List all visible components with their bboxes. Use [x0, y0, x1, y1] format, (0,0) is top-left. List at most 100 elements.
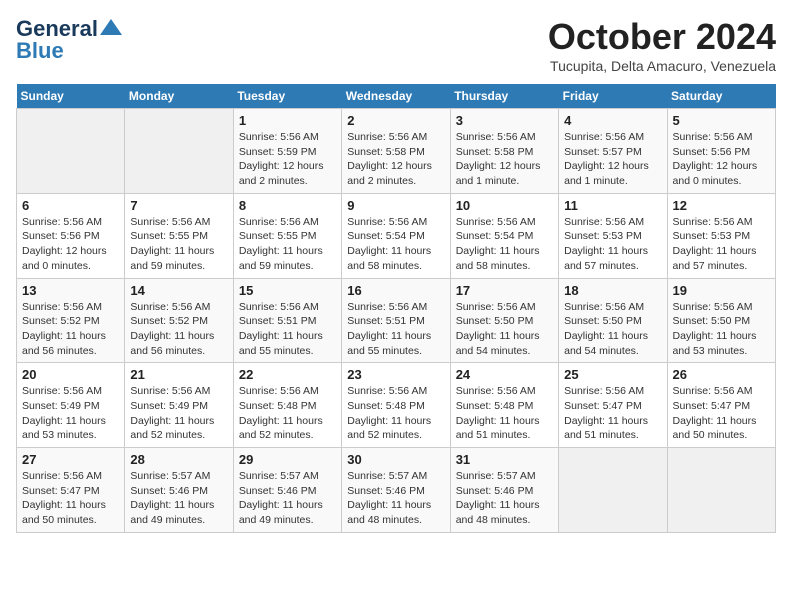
day-detail: Sunrise: 5:56 AM Sunset: 5:58 PM Dayligh… — [347, 130, 444, 189]
day-detail: Sunrise: 5:56 AM Sunset: 5:48 PM Dayligh… — [347, 384, 444, 443]
calendar-cell: 7Sunrise: 5:56 AM Sunset: 5:55 PM Daylig… — [125, 193, 233, 278]
calendar-cell: 10 Sunrise: 5:56 AM Sunset: 5:54 PM Dayli… — [450, 193, 558, 278]
day-detail: Sunrise: 5:56 AM Sunset: 5:48 PM Dayligh… — [239, 384, 336, 443]
calendar-cell: 22Sunrise: 5:56 AM Sunset: 5:48 PM Dayli… — [233, 363, 341, 448]
day-number: 16 — [347, 283, 444, 298]
calendar-cell: 25Sunrise: 5:56 AM Sunset: 5:47 PM Dayli… — [559, 363, 667, 448]
day-number: 5 — [673, 113, 770, 128]
calendar-cell — [17, 109, 125, 194]
calendar-cell: 29Sunrise: 5:57 AM Sunset: 5:46 PM Dayli… — [233, 448, 341, 533]
day-number: 24 — [456, 367, 553, 382]
day-number: 26 — [673, 367, 770, 382]
day-detail: Sunrise: 5:56 AM Sunset: 5:49 PM Dayligh… — [22, 384, 119, 443]
day-detail: Sunrise: 5:56 AM Sunset: 5:55 PM Dayligh… — [130, 215, 227, 274]
month-title: October 2024 — [548, 16, 776, 58]
calendar-week-4: 20Sunrise: 5:56 AM Sunset: 5:49 PM Dayli… — [17, 363, 776, 448]
calendar-cell — [125, 109, 233, 194]
weekday-header-sunday: Sunday — [17, 84, 125, 109]
calendar-cell: 12 Sunrise: 5:56 AM Sunset: 5:53 PM Dayli… — [667, 193, 775, 278]
weekday-header-thursday: Thursday — [450, 84, 558, 109]
day-number: 13 — [22, 283, 119, 298]
page-header: General Blue October 2024 Tucupita, Delt… — [16, 16, 776, 74]
day-detail: Sunrise: 5:57 AM Sunset: 5:46 PM Dayligh… — [130, 469, 227, 528]
weekday-header-tuesday: Tuesday — [233, 84, 341, 109]
day-number: 10 — [456, 198, 553, 213]
calendar-cell: 27Sunrise: 5:56 AM Sunset: 5:47 PM Dayli… — [17, 448, 125, 533]
calendar-cell: 21 Sunrise: 5:56 AM Sunset: 5:49 PM Dayli… — [125, 363, 233, 448]
day-detail: Sunrise: 5:56 AM Sunset: 5:47 PM Dayligh… — [22, 469, 119, 528]
day-number: 11 — [564, 198, 661, 213]
day-number: 2 — [347, 113, 444, 128]
day-detail: Sunrise: 5:56 AM Sunset: 5:51 PM Dayligh… — [347, 300, 444, 359]
day-number: 25 — [564, 367, 661, 382]
day-detail: Sunrise: 5:56 AM Sunset: 5:53 PM Dayligh… — [673, 215, 770, 274]
day-number: 14 — [130, 283, 227, 298]
calendar-cell: 14Sunrise: 5:56 AM Sunset: 5:52 PM Dayli… — [125, 278, 233, 363]
day-number: 3 — [456, 113, 553, 128]
day-detail: Sunrise: 5:56 AM Sunset: 5:53 PM Dayligh… — [564, 215, 661, 274]
calendar-cell: 24 Sunrise: 5:56 AM Sunset: 5:48 PM Dayli… — [450, 363, 558, 448]
calendar-cell: 15Sunrise: 5:56 AM Sunset: 5:51 PM Dayli… — [233, 278, 341, 363]
calendar-cell: 3 Sunrise: 5:56 AM Sunset: 5:58 PM Daylig… — [450, 109, 558, 194]
calendar-cell: 13 Sunrise: 5:56 AM Sunset: 5:52 PM Dayli… — [17, 278, 125, 363]
weekday-header-monday: Monday — [125, 84, 233, 109]
calendar-week-3: 13 Sunrise: 5:56 AM Sunset: 5:52 PM Dayli… — [17, 278, 776, 363]
calendar-cell: 26Sunrise: 5:56 AM Sunset: 5:47 PM Dayli… — [667, 363, 775, 448]
day-detail: Sunrise: 5:56 AM Sunset: 5:49 PM Dayligh… — [130, 384, 227, 443]
day-detail: Sunrise: 5:56 AM Sunset: 5:54 PM Dayligh… — [456, 215, 553, 274]
calendar-cell: 17 Sunrise: 5:56 AM Sunset: 5:50 PM Dayli… — [450, 278, 558, 363]
calendar-cell: 30 Sunrise: 5:57 AM Sunset: 5:46 PM Dayli… — [342, 448, 450, 533]
day-number: 1 — [239, 113, 336, 128]
day-number: 23 — [347, 367, 444, 382]
day-detail: Sunrise: 5:56 AM Sunset: 5:50 PM Dayligh… — [456, 300, 553, 359]
calendar-cell: 20Sunrise: 5:56 AM Sunset: 5:49 PM Dayli… — [17, 363, 125, 448]
day-number: 18 — [564, 283, 661, 298]
calendar-week-5: 27Sunrise: 5:56 AM Sunset: 5:47 PM Dayli… — [17, 448, 776, 533]
day-number: 15 — [239, 283, 336, 298]
calendar-cell: 8Sunrise: 5:56 AM Sunset: 5:55 PM Daylig… — [233, 193, 341, 278]
day-detail: Sunrise: 5:57 AM Sunset: 5:46 PM Dayligh… — [347, 469, 444, 528]
day-number: 30 — [347, 452, 444, 467]
day-detail: Sunrise: 5:56 AM Sunset: 5:52 PM Dayligh… — [22, 300, 119, 359]
day-number: 12 — [673, 198, 770, 213]
calendar-cell: 2 Sunrise: 5:56 AM Sunset: 5:58 PM Daylig… — [342, 109, 450, 194]
day-number: 31 — [456, 452, 553, 467]
logo-blue: Blue — [16, 38, 64, 64]
weekday-header-row: SundayMondayTuesdayWednesdayThursdayFrid… — [17, 84, 776, 109]
weekday-header-wednesday: Wednesday — [342, 84, 450, 109]
day-number: 8 — [239, 198, 336, 213]
calendar-cell: 11 Sunrise: 5:56 AM Sunset: 5:53 PM Dayli… — [559, 193, 667, 278]
calendar-cell: 28 Sunrise: 5:57 AM Sunset: 5:46 PM Dayli… — [125, 448, 233, 533]
day-detail: Sunrise: 5:56 AM Sunset: 5:59 PM Dayligh… — [239, 130, 336, 189]
day-number: 29 — [239, 452, 336, 467]
day-detail: Sunrise: 5:56 AM Sunset: 5:50 PM Dayligh… — [673, 300, 770, 359]
calendar-cell: 5 Sunrise: 5:56 AM Sunset: 5:56 PM Daylig… — [667, 109, 775, 194]
calendar-cell: 9 Sunrise: 5:56 AM Sunset: 5:54 PM Daylig… — [342, 193, 450, 278]
day-detail: Sunrise: 5:56 AM Sunset: 5:58 PM Dayligh… — [456, 130, 553, 189]
calendar-cell: 18 Sunrise: 5:56 AM Sunset: 5:50 PM Dayli… — [559, 278, 667, 363]
calendar-cell — [667, 448, 775, 533]
day-detail: Sunrise: 5:57 AM Sunset: 5:46 PM Dayligh… — [456, 469, 553, 528]
calendar-week-1: 1 Sunrise: 5:56 AM Sunset: 5:59 PM Daylig… — [17, 109, 776, 194]
day-number: 6 — [22, 198, 119, 213]
day-number: 9 — [347, 198, 444, 213]
location: Tucupita, Delta Amacuro, Venezuela — [548, 58, 776, 74]
day-detail: Sunrise: 5:56 AM Sunset: 5:56 PM Dayligh… — [22, 215, 119, 274]
day-number: 17 — [456, 283, 553, 298]
day-detail: Sunrise: 5:56 AM Sunset: 5:56 PM Dayligh… — [673, 130, 770, 189]
calendar-cell: 4Sunrise: 5:56 AM Sunset: 5:57 PM Daylig… — [559, 109, 667, 194]
day-detail: Sunrise: 5:56 AM Sunset: 5:57 PM Dayligh… — [564, 130, 661, 189]
day-detail: Sunrise: 5:56 AM Sunset: 5:48 PM Dayligh… — [456, 384, 553, 443]
calendar-table: SundayMondayTuesdayWednesdayThursdayFrid… — [16, 84, 776, 533]
day-number: 28 — [130, 452, 227, 467]
day-number: 19 — [673, 283, 770, 298]
title-block: October 2024 Tucupita, Delta Amacuro, Ve… — [548, 16, 776, 74]
calendar-cell: 6 Sunrise: 5:56 AM Sunset: 5:56 PM Daylig… — [17, 193, 125, 278]
day-detail: Sunrise: 5:56 AM Sunset: 5:54 PM Dayligh… — [347, 215, 444, 274]
weekday-header-saturday: Saturday — [667, 84, 775, 109]
logo: General Blue — [16, 16, 122, 64]
day-number: 21 — [130, 367, 227, 382]
calendar-cell — [559, 448, 667, 533]
weekday-header-friday: Friday — [559, 84, 667, 109]
day-detail: Sunrise: 5:56 AM Sunset: 5:50 PM Dayligh… — [564, 300, 661, 359]
